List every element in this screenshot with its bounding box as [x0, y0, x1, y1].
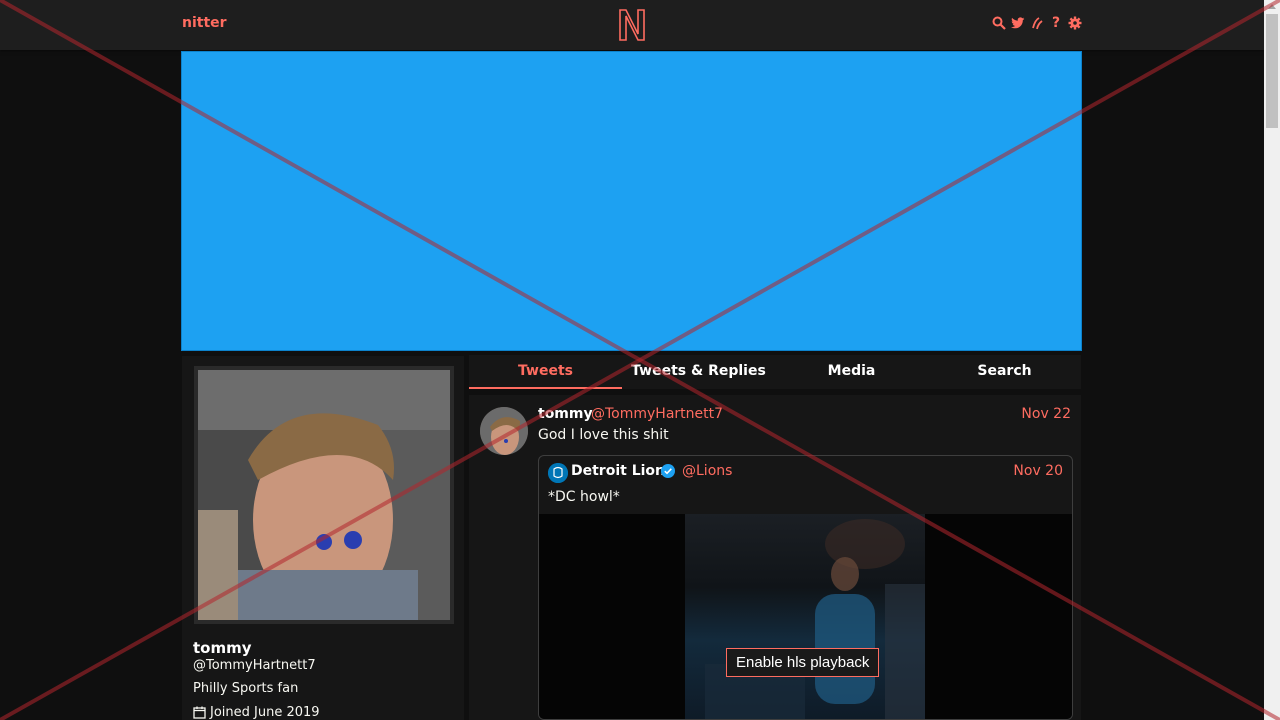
search-icon[interactable] — [992, 15, 1006, 31]
video-thumbnail-image — [705, 519, 925, 719]
tweet-username[interactable]: @TommyHartnett7 — [591, 406, 723, 422]
scroll-up-arrow-icon[interactable] — [1268, 4, 1276, 9]
help-icon[interactable]: ? — [1049, 15, 1063, 31]
navbar: nitter ? — [0, 0, 1264, 50]
enable-hls-playback-button[interactable]: Enable hls playback — [726, 648, 880, 677]
settings-icon[interactable] — [1068, 15, 1082, 31]
profile-banner[interactable] — [181, 51, 1082, 351]
timeline-tabs: Tweets Tweets & Replies Media Search — [469, 355, 1081, 389]
tab-tweets-replies[interactable]: Tweets & Replies — [622, 355, 775, 389]
quoted-tweet[interactable]: Detroit Lions @Lions Nov 20 *DC howl* En… — [538, 455, 1073, 720]
profile-joined-text: Joined June 2019 — [210, 705, 320, 720]
quote-username[interactable]: @Lions — [682, 463, 732, 479]
profile-bio: Philly Sports fan — [193, 681, 299, 696]
calendar-icon — [193, 706, 206, 719]
verified-badge-icon — [661, 464, 675, 478]
video-thumbnail[interactable] — [685, 514, 925, 719]
quote-text: *DC howl* — [548, 489, 620, 505]
profile-fullname[interactable]: tommy — [193, 639, 252, 657]
tab-tweets[interactable]: Tweets — [469, 355, 622, 389]
nav-inner: nitter ? — [182, 0, 1082, 50]
twitter-icon[interactable] — [1011, 15, 1025, 31]
tweet-date[interactable]: Nov 22 — [1021, 406, 1071, 422]
profile-avatar-image — [198, 370, 450, 620]
tweet-content: God I love this shit — [538, 427, 669, 443]
quote-media: Enable hls playback — [539, 514, 1072, 719]
tweet-fullname[interactable]: tommy — [538, 406, 593, 422]
tweet-avatar[interactable] — [480, 407, 528, 455]
tweet-avatar-image — [480, 407, 528, 455]
quote-fullname[interactable]: Detroit Lions — [571, 463, 673, 479]
profile-joined: Joined June 2019 — [193, 705, 320, 720]
profile-username[interactable]: @TommyHartnett7 — [193, 658, 316, 673]
tab-media[interactable]: Media — [775, 355, 928, 389]
quote-avatar[interactable] — [548, 463, 568, 483]
page-scrollbar[interactable] — [1264, 0, 1280, 720]
profile-card: tommy @TommyHartnett7 Philly Sports fan … — [182, 356, 464, 720]
profile-avatar[interactable] — [194, 366, 454, 624]
scrollbar-thumb[interactable] — [1266, 14, 1278, 128]
site-name-link[interactable]: nitter — [182, 15, 227, 31]
timeline: tommy @TommyHartnett7 Nov 22 God I love … — [469, 395, 1081, 720]
quote-date[interactable]: Nov 20 — [1013, 463, 1063, 479]
tab-search[interactable]: Search — [928, 355, 1081, 389]
nitter-logo-icon[interactable] — [618, 8, 646, 42]
lions-logo-icon — [548, 463, 568, 483]
rss-icon[interactable] — [1030, 15, 1044, 31]
nav-icons: ? — [992, 15, 1082, 31]
